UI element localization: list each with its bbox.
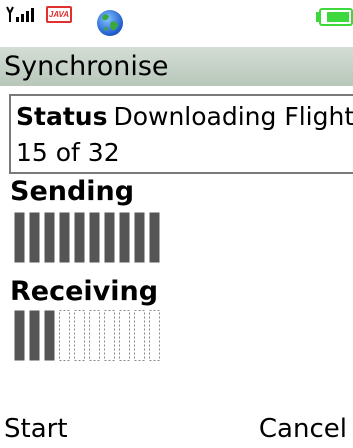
status-label: Status [16, 102, 108, 131]
progress-segment-filled [59, 212, 70, 263]
title-bar: Synchronise [0, 46, 353, 86]
progress-segment-filled [29, 310, 40, 361]
progress-segment-empty [104, 310, 115, 361]
progress-segment-filled [119, 212, 130, 263]
progress-segment-filled [74, 212, 85, 263]
progress-segment-filled [14, 212, 25, 263]
status-bar: JAVA [0, 0, 353, 46]
sending-label: Sending [10, 176, 135, 207]
progress-segment-empty [149, 310, 160, 361]
progress-segment-filled [134, 212, 145, 263]
progress-segment-filled [104, 212, 115, 263]
status-panel: Status Downloading Flight 15 of 32 [9, 94, 353, 174]
progress-segment-empty [89, 310, 100, 361]
sending-progress [14, 212, 164, 264]
battery-icon [315, 8, 353, 26]
start-softkey[interactable]: Start [4, 413, 68, 445]
receiving-label: Receiving [10, 276, 159, 307]
java-badge-text: JAVA [48, 10, 70, 19]
progress-segment-empty [74, 310, 85, 361]
progress-segment-filled [29, 212, 40, 263]
progress-segment-filled [14, 310, 25, 361]
progress-segment-empty [119, 310, 130, 361]
receiving-progress [14, 310, 164, 362]
signal-icon [6, 5, 36, 23]
progress-segment-empty [59, 310, 70, 361]
progress-segment-empty [134, 310, 145, 361]
progress-segment-filled [44, 310, 55, 361]
progress-segment-filled [149, 212, 160, 263]
globe-icon [95, 8, 125, 38]
cancel-softkey[interactable]: Cancel [259, 413, 347, 445]
status-message: Status Downloading Flight 15 of 32 [16, 99, 353, 171]
softkey-bar: Start Cancel [0, 398, 353, 448]
page-title: Synchronise [4, 51, 169, 82]
progress-segment-filled [89, 212, 100, 263]
java-icon: JAVA [46, 6, 72, 23]
progress-segment-filled [44, 212, 55, 263]
